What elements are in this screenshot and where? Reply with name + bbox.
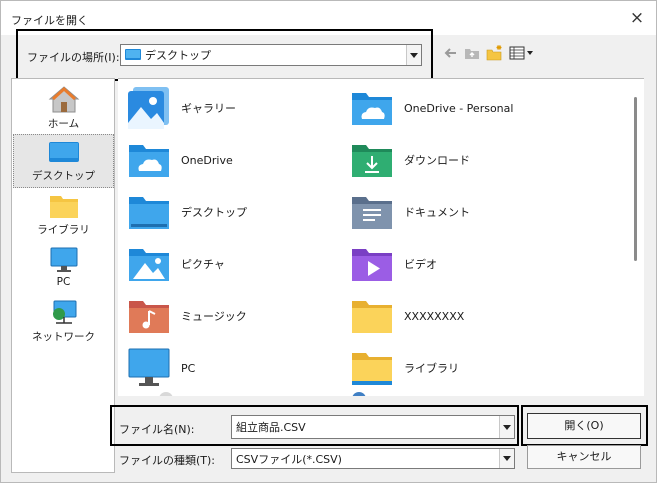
- file-name: ライブラリ: [404, 362, 459, 375]
- file-name: ドキュメント: [404, 206, 470, 219]
- sidebar-item-label: ライブラリ: [37, 224, 90, 236]
- list-item[interactable]: ミュージック: [127, 293, 337, 339]
- file-name: ミュージック: [181, 310, 247, 323]
- filetype-value: CSVファイル(*.CSV): [236, 452, 342, 466]
- desktop-folder-icon: [129, 197, 169, 229]
- places-sidebar: ホーム デスクトップ ライブラリ PC ネットワーク: [11, 78, 115, 473]
- gallery-icon: [128, 87, 169, 129]
- sidebar-item-label: PC: [56, 276, 71, 288]
- file-name: PC: [181, 361, 196, 375]
- home-icon: [48, 86, 79, 113]
- file-name: ピクチャ: [181, 258, 225, 271]
- network-icon: [352, 392, 366, 396]
- vertical-scrollbar[interactable]: [628, 81, 643, 396]
- file-name: XXXXXXXX: [404, 309, 465, 323]
- desktop-icon: [48, 142, 79, 162]
- sidebar-item-library[interactable]: ライブラリ: [13, 189, 114, 243]
- onedrive-folder-icon: [129, 145, 169, 177]
- new-folder-icon[interactable]: [486, 44, 504, 62]
- videos-folder-icon: [352, 249, 392, 281]
- open-highlight-box: [521, 405, 648, 446]
- documents-folder-icon: [352, 197, 392, 229]
- sidebar-item-network[interactable]: ネットワーク: [13, 296, 114, 350]
- pc-icon: [128, 348, 170, 386]
- list-item[interactable]: ダウンロード: [350, 137, 560, 183]
- file-name: OneDrive: [181, 153, 233, 167]
- sidebar-item-pc[interactable]: PC: [13, 243, 114, 297]
- back-arrow-icon[interactable]: [442, 44, 460, 62]
- file-name: デスクトップ: [181, 206, 247, 219]
- list-item[interactable]: OneDrive - Personal: [350, 85, 560, 131]
- list-item[interactable]: ビデオ: [350, 241, 560, 287]
- close-button[interactable]: ×: [626, 7, 648, 29]
- list-item[interactable]: PC: [127, 345, 337, 391]
- view-menu-icon[interactable]: [509, 44, 535, 62]
- filetype-label: ファイルの種類(T):: [119, 454, 216, 467]
- library-folder-icon: [352, 353, 392, 385]
- cd-drive-icon: [159, 392, 173, 396]
- list-item[interactable]: ドキュメント: [350, 189, 560, 235]
- file-list: ギャラリー OneDrive デスクトップ ピクチャ ミュージック PC One…: [118, 78, 644, 396]
- location-highlight-box: [16, 29, 433, 81]
- file-open-dialog: ファイルを開く × ファイルの場所(I): デスクトップ ホーム デスクトップ …: [0, 0, 657, 483]
- file-name: ビデオ: [404, 258, 437, 271]
- sidebar-item-label: ホーム: [47, 118, 80, 130]
- list-item[interactable]: ピクチャ: [127, 241, 337, 287]
- sidebar-item-desktop[interactable]: デスクトップ: [13, 134, 114, 188]
- folder-icon: [352, 301, 392, 333]
- library-icon: [49, 196, 78, 218]
- file-name: ダウンロード: [404, 154, 470, 167]
- sidebar-item-home[interactable]: ホーム: [13, 81, 114, 135]
- music-folder-icon: [129, 301, 169, 333]
- dialog-title: ファイルを開く: [11, 14, 88, 27]
- filetype-select[interactable]: CSVファイル(*.CSV): [231, 448, 515, 469]
- up-folder-icon[interactable]: [463, 44, 481, 62]
- list-item[interactable]: OneDrive: [127, 137, 337, 183]
- cancel-button[interactable]: キャンセル: [527, 445, 641, 469]
- chevron-down-icon[interactable]: [499, 449, 514, 468]
- onedrive-folder-icon: [352, 93, 392, 125]
- list-item[interactable]: ライブラリ: [350, 345, 560, 391]
- list-item[interactable]: XXXXXXXX: [350, 293, 560, 339]
- scrollbar-thumb[interactable]: [634, 97, 637, 261]
- file-name: ギャラリー: [181, 102, 236, 115]
- list-item[interactable]: デスクトップ: [127, 189, 337, 235]
- file-name: OneDrive - Personal: [404, 101, 514, 115]
- sidebar-item-label: デスクトップ: [32, 170, 95, 182]
- pc-icon: [50, 247, 77, 272]
- pictures-folder-icon: [129, 249, 169, 281]
- list-item[interactable]: ギャラリー: [127, 85, 337, 131]
- sidebar-item-label: ネットワーク: [32, 331, 95, 343]
- network-icon: [52, 300, 76, 324]
- downloads-folder-icon: [352, 145, 392, 177]
- filename-highlight-box: [110, 405, 519, 446]
